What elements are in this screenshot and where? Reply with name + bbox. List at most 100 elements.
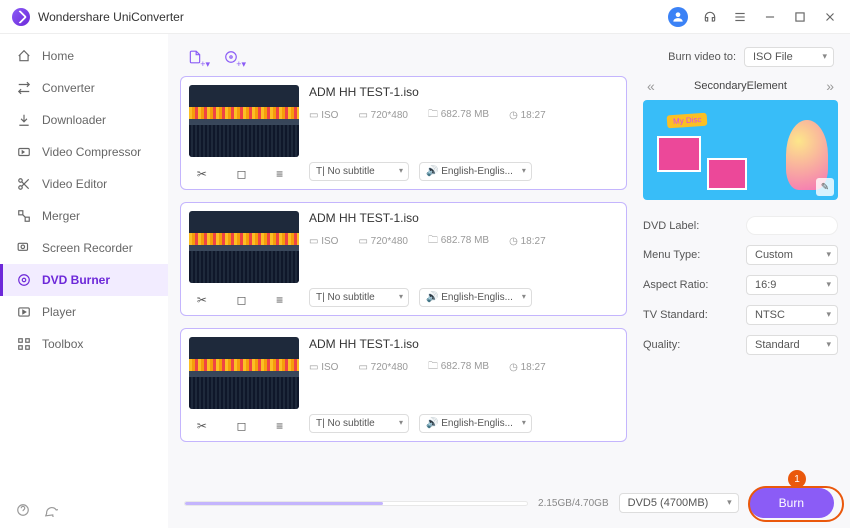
subtitle-select[interactable]: T| No subtitle bbox=[309, 288, 409, 307]
menu-icon[interactable] bbox=[732, 9, 748, 25]
cut-icon[interactable]: ✂ bbox=[197, 419, 207, 433]
more-icon[interactable]: ≡ bbox=[276, 167, 283, 181]
sidebar-item-label: Home bbox=[42, 49, 74, 63]
app-title: Wondershare UniConverter bbox=[38, 10, 184, 24]
file-card[interactable]: ✂ ◻ ≡ ADM HH TEST-1.iso ▭ ISO ▭ 720*480 … bbox=[180, 202, 627, 316]
tv-standard-select[interactable]: NTSC bbox=[746, 305, 838, 325]
size-label: 🗀 682.78 MB bbox=[428, 359, 489, 376]
quality-label: Quality: bbox=[643, 339, 680, 351]
feedback-icon[interactable] bbox=[44, 503, 58, 520]
titlebar: Wondershare UniConverter bbox=[0, 0, 850, 34]
audio-select[interactable]: 🔊 English-Englis... bbox=[419, 162, 532, 181]
file-name: ADM HH TEST-1.iso bbox=[309, 211, 618, 225]
audio-select[interactable]: 🔊 English-Englis... bbox=[419, 288, 532, 307]
file-name: ADM HH TEST-1.iso bbox=[309, 85, 618, 99]
sidebar: Home Converter Downloader Video Compress… bbox=[0, 34, 168, 528]
sidebar-item-home[interactable]: Home bbox=[0, 40, 168, 72]
file-card[interactable]: ✂ ◻ ≡ ADM HH TEST-1.iso ▭ ISO ▭ 720*480 … bbox=[180, 76, 627, 190]
sidebar-item-label: DVD Burner bbox=[42, 273, 110, 287]
top-actions: +▾ +▾ Burn video to: ISO File bbox=[180, 42, 838, 76]
size-label: 🗀 682.78 MB bbox=[428, 107, 489, 124]
close-button[interactable] bbox=[822, 9, 838, 25]
theme-prev-button[interactable]: « bbox=[647, 78, 655, 94]
merge-icon bbox=[16, 208, 32, 224]
cut-icon[interactable]: ✂ bbox=[197, 293, 207, 307]
sidebar-item-label: Converter bbox=[42, 81, 95, 95]
disc-type-select[interactable]: DVD5 (4700MB) bbox=[619, 493, 739, 513]
burn-to-label: Burn video to: bbox=[668, 51, 736, 63]
sidebar-item-label: Toolbox bbox=[42, 337, 83, 351]
maximize-button[interactable] bbox=[792, 9, 808, 25]
dvd-label-label: DVD Label: bbox=[643, 220, 699, 232]
main-panel: +▾ +▾ Burn video to: ISO File ✂ ◻ ≡ ADM … bbox=[168, 34, 850, 528]
crop-icon[interactable]: ◻ bbox=[237, 167, 247, 181]
menu-type-label: Menu Type: bbox=[643, 249, 700, 261]
resolution-label: ▭ 720*480 bbox=[358, 359, 408, 376]
sidebar-item-converter[interactable]: Converter bbox=[0, 72, 168, 104]
duration-label: ◷ 18:27 bbox=[509, 233, 546, 250]
progress-bar bbox=[184, 501, 528, 506]
video-thumbnail bbox=[189, 337, 299, 409]
sidebar-item-merger[interactable]: Merger bbox=[0, 200, 168, 232]
download-icon bbox=[16, 112, 32, 128]
more-icon[interactable]: ≡ bbox=[276, 293, 283, 307]
more-icon[interactable]: ≡ bbox=[276, 419, 283, 433]
theme-name: SecondaryElement bbox=[694, 80, 787, 92]
file-card[interactable]: ✂ ◻ ≡ ADM HH TEST-1.iso ▭ ISO ▭ 720*480 … bbox=[180, 328, 627, 442]
sidebar-item-player[interactable]: Player bbox=[0, 296, 168, 328]
format-label: ▭ ISO bbox=[309, 233, 338, 250]
sidebar-item-label: Video Editor bbox=[42, 177, 107, 191]
size-label: 2.15GB/4.70GB bbox=[538, 498, 609, 509]
sidebar-item-label: Merger bbox=[42, 209, 80, 223]
sidebar-item-compressor[interactable]: Video Compressor bbox=[0, 136, 168, 168]
scissors-icon bbox=[16, 176, 32, 192]
crop-icon[interactable]: ◻ bbox=[237, 419, 247, 433]
footer: 2.15GB/4.70GB DVD5 (4700MB) Burn bbox=[180, 478, 838, 528]
video-thumbnail bbox=[189, 85, 299, 157]
format-label: ▭ ISO bbox=[309, 107, 338, 124]
quality-select[interactable]: Standard bbox=[746, 335, 838, 355]
support-icon[interactable] bbox=[702, 9, 718, 25]
theme-preview: My Disc ✎ bbox=[643, 100, 838, 200]
theme-edit-button[interactable]: ✎ bbox=[816, 178, 834, 196]
duration-label: ◷ 18:27 bbox=[509, 359, 546, 376]
sidebar-item-toolbox[interactable]: Toolbox bbox=[0, 328, 168, 360]
resolution-label: ▭ 720*480 bbox=[358, 233, 408, 250]
aspect-ratio-select[interactable]: 16:9 bbox=[746, 275, 838, 295]
annotation-badge: 1 bbox=[788, 470, 806, 488]
sidebar-item-label: Screen Recorder bbox=[42, 241, 133, 255]
file-name: ADM HH TEST-1.iso bbox=[309, 337, 618, 351]
theme-next-button[interactable]: » bbox=[826, 78, 834, 94]
cut-icon[interactable]: ✂ bbox=[197, 167, 207, 181]
video-thumbnail bbox=[189, 211, 299, 283]
burn-to-select[interactable]: ISO File bbox=[744, 47, 834, 67]
sidebar-item-dvdburner[interactable]: DVD Burner bbox=[0, 264, 168, 296]
subtitle-select[interactable]: T| No subtitle bbox=[309, 414, 409, 433]
menu-type-select[interactable]: Custom bbox=[746, 245, 838, 265]
toolbox-icon bbox=[16, 336, 32, 352]
sidebar-item-recorder[interactable]: Screen Recorder bbox=[0, 232, 168, 264]
record-icon bbox=[16, 240, 32, 256]
crop-icon[interactable]: ◻ bbox=[237, 293, 247, 307]
add-file-button[interactable]: +▾ bbox=[184, 46, 206, 68]
tv-standard-label: TV Standard: bbox=[643, 309, 708, 321]
file-list: ✂ ◻ ≡ ADM HH TEST-1.iso ▭ ISO ▭ 720*480 … bbox=[180, 76, 629, 478]
play-icon bbox=[16, 304, 32, 320]
subtitle-select[interactable]: T| No subtitle bbox=[309, 162, 409, 181]
help-icon[interactable] bbox=[16, 503, 30, 520]
add-disc-button[interactable]: +▾ bbox=[220, 46, 242, 68]
aspect-ratio-label: Aspect Ratio: bbox=[643, 279, 708, 291]
user-account-icon[interactable] bbox=[668, 7, 688, 27]
compress-icon bbox=[16, 144, 32, 160]
disc-icon bbox=[16, 272, 32, 288]
home-icon bbox=[16, 48, 32, 64]
sidebar-item-editor[interactable]: Video Editor bbox=[0, 168, 168, 200]
resolution-label: ▭ 720*480 bbox=[358, 107, 408, 124]
size-label: 🗀 682.78 MB bbox=[428, 233, 489, 250]
minimize-button[interactable] bbox=[762, 9, 778, 25]
sidebar-item-downloader[interactable]: Downloader bbox=[0, 104, 168, 136]
dvd-label-input[interactable] bbox=[746, 216, 838, 235]
burn-button[interactable]: Burn bbox=[749, 488, 834, 518]
audio-select[interactable]: 🔊 English-Englis... bbox=[419, 414, 532, 433]
sidebar-item-label: Downloader bbox=[42, 113, 106, 127]
